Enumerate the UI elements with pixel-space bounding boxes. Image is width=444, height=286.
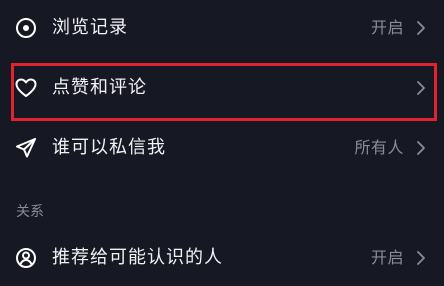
eye-icon <box>14 16 38 40</box>
settings-row-likes-and-comments[interactable]: 点赞和评论 <box>0 60 444 116</box>
person-circle-icon <box>14 246 38 270</box>
chevron-right-icon <box>414 140 428 156</box>
send-icon <box>14 136 38 160</box>
settings-row-label: 推荐给可能认识的人 <box>52 247 223 268</box>
settings-row-value: 开启 <box>370 248 404 267</box>
settings-row-browsing-history[interactable]: 浏览记录 开启 <box>0 0 444 56</box>
heart-icon <box>14 76 38 100</box>
settings-row-value: 开启 <box>370 18 404 37</box>
settings-row-label: 点赞和评论 <box>52 77 147 98</box>
settings-row-label: 浏览记录 <box>52 17 128 38</box>
settings-row-recommend-to-known[interactable]: 推荐给可能认识的人 开启 <box>0 230 444 286</box>
chevron-right-icon <box>414 20 428 36</box>
chevron-right-icon <box>414 250 428 266</box>
settings-row-value: 所有人 <box>354 138 404 157</box>
settings-row-label: 谁可以私信我 <box>52 137 166 158</box>
chevron-right-icon <box>414 80 428 96</box>
settings-row-who-can-dm[interactable]: 谁可以私信我 所有人 <box>0 120 444 176</box>
section-header-relationships: 关系 <box>16 204 44 220</box>
